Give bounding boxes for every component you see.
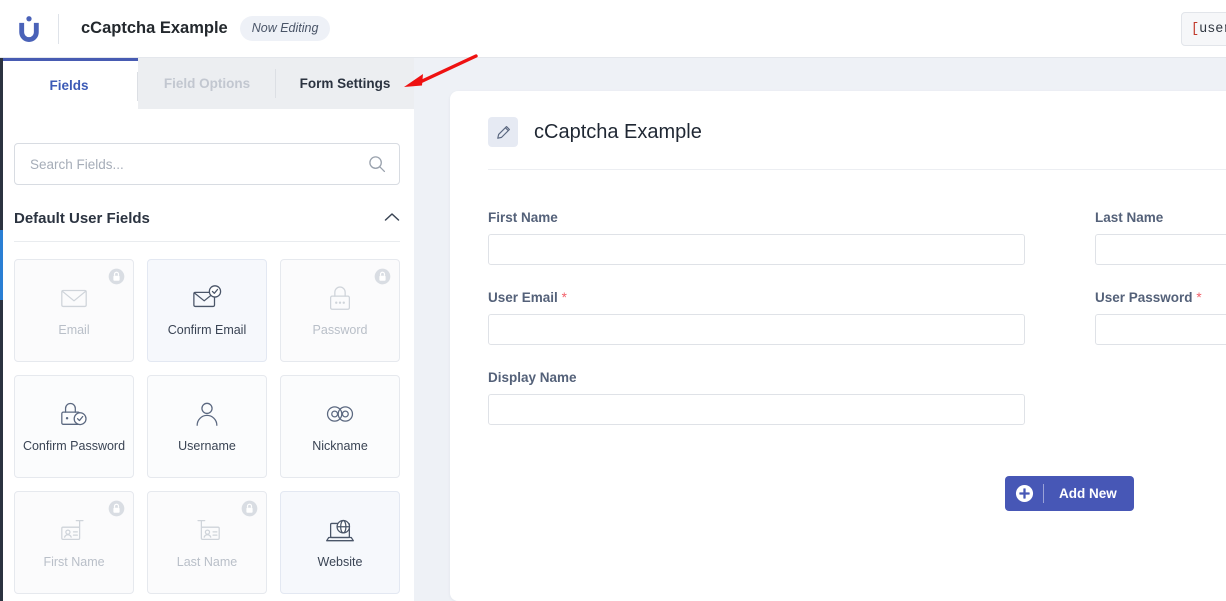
form-field-display-name[interactable]: Display Name — [488, 370, 1025, 425]
field-label-text: Display Name — [488, 370, 577, 385]
field-card-first-name: First Name — [14, 491, 134, 594]
form-field-first-name[interactable]: First Name — [488, 210, 1025, 265]
field-card-email: Email — [14, 259, 134, 362]
field-card-label: Nickname — [312, 439, 368, 454]
field-card-label: Last Name — [176, 555, 238, 570]
search-fields-wrap — [0, 109, 414, 185]
draggable-fields-grid: Email Confirm Email Password Confirm Passwo… — [0, 242, 414, 601]
field-input[interactable] — [1095, 314, 1226, 345]
form-card-header: cCaptcha Example — [488, 117, 1226, 170]
field-input[interactable] — [1095, 234, 1226, 265]
fields-sidebar: Default User Fields Email Confirm Email Pa… — [0, 109, 414, 601]
status-badge: Now Editing — [239, 16, 331, 41]
section-default-user-fields[interactable]: Default User Fields — [14, 209, 400, 242]
field-card-label: Website — [317, 555, 363, 570]
field-card-confirm-email[interactable]: Confirm Email — [147, 259, 267, 362]
form-preview-area: cCaptcha Example First Name Last Name User… — [414, 58, 1226, 601]
lock-icon — [374, 268, 391, 285]
panel-left-edge — [0, 58, 3, 601]
lock-icon — [241, 500, 258, 517]
page-title: cCaptcha Example — [81, 19, 228, 37]
form-card-title: cCaptcha Example — [534, 120, 702, 143]
brand-divider — [58, 13, 59, 44]
field-label-text: User Password — [1095, 290, 1193, 305]
form-field-last-name[interactable]: Last Name — [1095, 210, 1226, 265]
globe-laptop-icon — [325, 515, 355, 545]
user-registration-logo-icon[interactable] — [0, 0, 58, 58]
field-input[interactable] — [488, 314, 1025, 345]
shortcode-field[interactable]: [user — [1181, 12, 1226, 46]
field-card-label: Confirm Password — [22, 439, 126, 454]
goggles-icon — [325, 399, 355, 429]
field-card-username[interactable]: Username — [147, 375, 267, 478]
field-label: User Password * — [1095, 290, 1226, 305]
field-input[interactable] — [488, 234, 1025, 265]
field-card-last-name: Last Name — [147, 491, 267, 594]
required-marker: * — [1196, 290, 1202, 305]
add-new-button[interactable]: Add New — [1005, 476, 1134, 511]
lock-icon — [108, 268, 125, 285]
field-card-confirm-password[interactable]: Confirm Password — [14, 375, 134, 478]
field-label-text: Last Name — [1095, 210, 1164, 225]
lock-icon — [108, 500, 125, 517]
tab-fields[interactable]: Fields — [0, 58, 138, 109]
form-builder-app: cCaptcha Example Now Editing [user Field… — [0, 0, 1226, 601]
field-label-text: First Name — [488, 210, 558, 225]
id-card-flip-icon — [192, 515, 222, 545]
field-card-password: Password — [280, 259, 400, 362]
tab-form-settings-label: Form Settings — [299, 76, 391, 91]
chevron-up-icon[interactable] — [384, 209, 400, 227]
search-input[interactable] — [15, 144, 399, 184]
tab-form-settings[interactable]: Form Settings — [276, 58, 414, 109]
field-input[interactable] — [488, 394, 1025, 425]
field-label: Last Name — [1095, 210, 1226, 225]
field-label: User Email * — [488, 290, 1025, 305]
id-card-icon — [59, 515, 89, 545]
section-title: Default User Fields — [14, 209, 150, 227]
field-label: First Name — [488, 210, 1025, 225]
builder-tabs: Fields Field Options Form Settings — [0, 58, 414, 109]
form-preview-card: cCaptcha Example First Name Last Name User… — [450, 91, 1226, 601]
field-card-label: Confirm Email — [167, 323, 247, 338]
search-box[interactable] — [14, 143, 400, 185]
tab-fields-label: Fields — [49, 77, 89, 93]
field-card-label: First Name — [43, 555, 105, 570]
field-card-website[interactable]: Website — [280, 491, 400, 594]
add-new-label: Add New — [1059, 486, 1117, 501]
field-card-nickname[interactable]: Nickname — [280, 375, 400, 478]
padlock-dots-icon — [325, 283, 355, 313]
field-card-label: Password — [312, 323, 368, 338]
add-new-row: Add New — [488, 450, 1226, 541]
form-field-user-password[interactable]: User Password * — [1095, 290, 1226, 345]
form-fields-list: First Name Last Name User Email * User Pass… — [488, 170, 1226, 425]
pencil-icon[interactable] — [488, 117, 518, 147]
padlock-check-icon — [59, 399, 89, 429]
required-marker: * — [561, 290, 567, 305]
search-icon — [368, 155, 386, 173]
envelope-check-icon — [192, 283, 222, 313]
top-bar: cCaptcha Example Now Editing [user — [0, 0, 1226, 58]
form-field-user-email[interactable]: User Email * — [488, 290, 1025, 345]
sidebar-scrollbar[interactable] — [0, 230, 3, 300]
form-field-row: User Email * User Password * — [488, 290, 1226, 345]
field-label: Display Name — [488, 370, 1025, 385]
tab-field-options-label: Field Options — [163, 76, 251, 91]
form-field-row: Display Name — [488, 370, 1226, 425]
field-label-text: User Email — [488, 290, 558, 305]
envelope-icon — [59, 283, 89, 313]
form-field-row: First Name Last Name — [488, 210, 1226, 265]
field-card-label: Username — [178, 439, 236, 454]
person-icon — [192, 399, 222, 429]
shortcode-text: [user — [1191, 21, 1226, 37]
plus-circle-icon — [1005, 484, 1043, 503]
tab-field-options[interactable]: Field Options — [138, 58, 276, 109]
field-card-label: Email — [58, 323, 90, 338]
